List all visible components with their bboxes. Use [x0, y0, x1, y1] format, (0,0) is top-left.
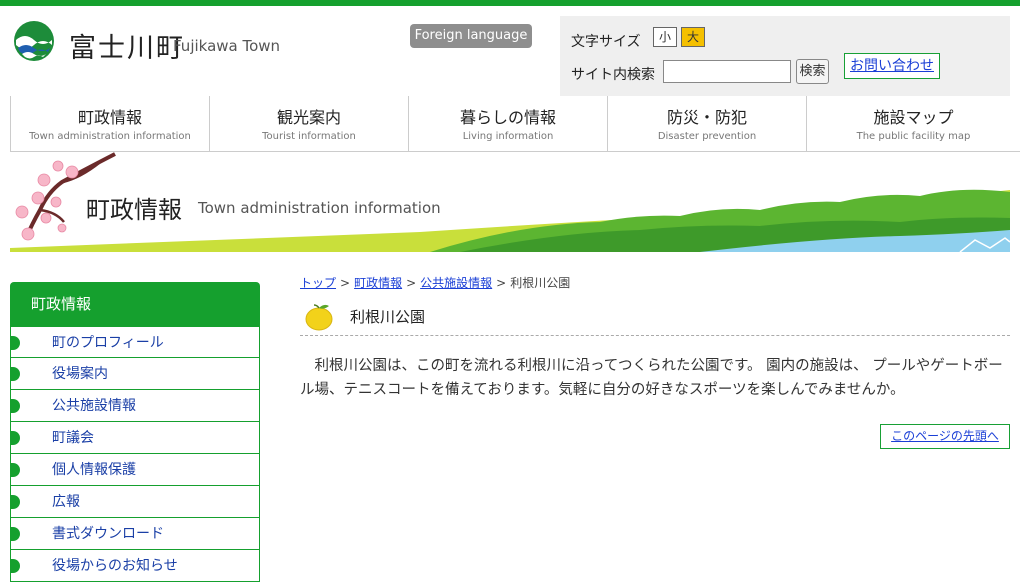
- nav-living-information[interactable]: 暮らしの情報 Living information: [408, 96, 607, 151]
- utility-box: 文字サイズ 小 大 サイト内検索 検索 お問い合わせ: [560, 16, 1010, 96]
- breadcrumb-current: 利根川公園: [510, 276, 571, 290]
- font-size-label: 文字サイズ: [571, 34, 641, 50]
- yuzu-icon: [305, 304, 333, 331]
- sidebar-menu: 町のプロフィール 役場案内 公共施設情報 町議会 個人情報保護 広報 書式ダウン…: [10, 326, 260, 582]
- sidebar-item-label: 書式ダウンロード: [52, 526, 164, 542]
- sidebar-item-notices[interactable]: 役場からのお知らせ: [10, 550, 260, 582]
- nav-sublabel: Town administration information: [29, 131, 191, 142]
- search-button[interactable]: 検索: [796, 59, 829, 84]
- green-bullet-icon: [10, 399, 20, 413]
- green-bullet-icon: [10, 527, 20, 541]
- sidebar-item-form-download[interactable]: 書式ダウンロード: [10, 518, 260, 550]
- page-title: 利根川公園: [350, 308, 426, 326]
- nav-label: 暮らしの情報: [459, 108, 556, 127]
- nav-disaster-prevention[interactable]: 防災・防犯 Disaster prevention: [607, 96, 806, 151]
- breadcrumb-link-top[interactable]: トップ: [300, 276, 336, 290]
- foreign-language-button[interactable]: Foreign language: [410, 24, 532, 48]
- nav-label: 町政情報: [77, 108, 142, 127]
- nav-sublabel: Living information: [462, 131, 554, 142]
- back-to-top-link[interactable]: このページの先頭へ: [880, 424, 1010, 449]
- sidebar-item-label: 広報: [52, 494, 80, 510]
- sidebar-item-privacy[interactable]: 個人情報保護: [10, 454, 260, 486]
- nav-sublabel: Tourist information: [262, 131, 356, 142]
- sidebar-item-label: 公共施設情報: [52, 398, 136, 414]
- sidebar-item-town-council[interactable]: 町議会: [10, 422, 260, 454]
- contact-link[interactable]: お問い合わせ: [844, 53, 940, 79]
- sidebar-heading[interactable]: 町政情報: [10, 282, 260, 326]
- banner-subtitle: Town administration information: [198, 199, 441, 217]
- nav-tourist-information[interactable]: 観光案内 Tourist information: [209, 96, 408, 151]
- breadcrumb-link-facilities[interactable]: 公共施設情報: [420, 276, 492, 290]
- site-search-label: サイト内検索: [571, 67, 655, 83]
- green-bullet-icon: [10, 367, 20, 381]
- site-name-english: Fujikawa Town: [173, 37, 281, 55]
- nav-town-administration[interactable]: 町政情報 Town administration information: [10, 96, 209, 151]
- nav-sublabel: Disaster prevention: [657, 131, 757, 142]
- page-banner: 町政情報 Town administration information: [0, 152, 1020, 252]
- top-accent-bar: [0, 0, 1020, 6]
- nav-label: 防災・防犯: [666, 108, 747, 127]
- breadcrumb-separator: >: [340, 276, 351, 290]
- green-bullet-icon: [10, 559, 20, 573]
- site-name[interactable]: 富士川町: [69, 26, 185, 65]
- site-search-input[interactable]: [663, 60, 791, 83]
- green-bullet-icon: [10, 336, 20, 350]
- sidebar-item-label: 町のプロフィール: [52, 335, 164, 351]
- breadcrumb: トップ > 町政情報 > 公共施設情報 > 利根川公園: [300, 274, 570, 291]
- nav-facility-map[interactable]: 施設マップ The public facility map: [806, 96, 1020, 151]
- sidebar-item-label: 役場案内: [52, 366, 108, 382]
- green-bullet-icon: [10, 431, 20, 445]
- global-nav: 町政情報 Town administration information 観光案…: [10, 96, 1020, 152]
- sidebar-item-office-guide[interactable]: 役場案内: [10, 358, 260, 390]
- sidebar-item-label: 役場からのお知らせ: [52, 558, 178, 574]
- sidebar-item-public-relations[interactable]: 広報: [10, 486, 260, 518]
- nav-label: 施設マップ: [873, 108, 954, 127]
- banner-title: 町政情報: [86, 196, 182, 224]
- font-size-small-button[interactable]: 小: [653, 27, 677, 47]
- breadcrumb-separator: >: [496, 276, 507, 290]
- sidebar-item-public-facilities[interactable]: 公共施設情報: [10, 390, 260, 422]
- breadcrumb-link-administration[interactable]: 町政情報: [354, 276, 402, 290]
- sidebar-item-label: 個人情報保護: [52, 462, 136, 478]
- green-bullet-icon: [10, 495, 20, 509]
- nav-sublabel: The public facility map: [856, 131, 971, 142]
- nav-label: 観光案内: [276, 108, 341, 127]
- town-logo-icon[interactable]: [12, 20, 56, 62]
- sidebar-item-town-profile[interactable]: 町のプロフィール: [10, 326, 260, 358]
- sidebar-item-label: 町議会: [52, 430, 94, 446]
- page-body-text: 利根川公園は、この町を流れる利根川に沿ってつくられた公園です。 園内の施設は、 …: [300, 358, 1003, 398]
- green-bullet-icon: [10, 463, 20, 477]
- breadcrumb-separator: >: [406, 276, 417, 290]
- page-title-row: 利根川公園: [300, 300, 1010, 336]
- font-size-large-button[interactable]: 大: [681, 27, 705, 47]
